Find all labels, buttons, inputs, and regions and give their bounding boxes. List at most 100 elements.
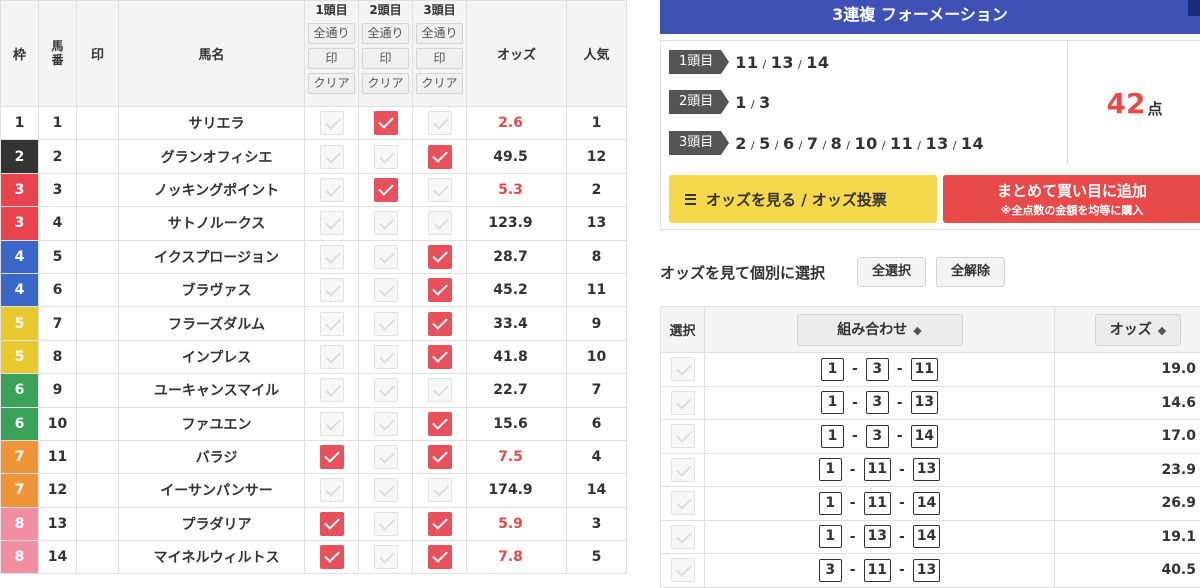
position-2-checkbox[interactable] — [374, 378, 398, 402]
position-1-checkbox[interactable] — [320, 245, 344, 269]
position-3-checkbox[interactable] — [428, 345, 452, 369]
position-1-checkbox[interactable] — [320, 211, 344, 235]
mark-cell[interactable] — [77, 173, 119, 206]
position-1-checkbox[interactable] — [320, 378, 344, 402]
position-2-checkbox[interactable] — [374, 345, 398, 369]
position-1-checkbox[interactable] — [320, 111, 344, 135]
position-1-all-button[interactable]: 全通り — [308, 23, 355, 44]
mark-cell[interactable] — [77, 374, 119, 407]
position-1-checkbox[interactable] — [320, 545, 344, 569]
position-3-checkbox[interactable] — [428, 312, 452, 336]
combination-checkbox[interactable] — [671, 525, 695, 549]
position-3-clear-button[interactable]: クリア — [416, 73, 463, 94]
position-2-checkbox[interactable] — [374, 245, 398, 269]
position-3-checkbox[interactable] — [428, 412, 452, 436]
position-2-checkbox[interactable] — [374, 111, 398, 135]
sort-odds-button[interactable]: オッズ◆ — [1095, 314, 1181, 346]
position-2-mark-button[interactable]: 印 — [362, 48, 409, 69]
add-all-to-cart-button[interactable]: まとめて買い目に追加 ※全点数の金額を均等に購入 — [943, 175, 1200, 223]
sort-combination-button[interactable]: 組み合わせ◆ — [797, 314, 963, 346]
formation-selection-box: 1頭目 11 / 13 / 14 2頭目 1 / 3 3頭目 2 / 5 / 6… — [660, 40, 1200, 230]
waku-cell: 6 — [1, 374, 39, 407]
position-1-checkbox[interactable] — [320, 412, 344, 436]
mark-cell[interactable] — [77, 407, 119, 440]
position-2-all-button[interactable]: 全通り — [362, 23, 409, 44]
mark-cell[interactable] — [77, 273, 119, 306]
position-1-checkbox[interactable] — [320, 145, 344, 169]
points-display: 42 点 — [1067, 41, 1200, 165]
mark-cell[interactable] — [77, 541, 119, 574]
combination-checkbox[interactable] — [671, 491, 695, 515]
mark-cell[interactable] — [77, 140, 119, 173]
position-1-checkbox[interactable] — [320, 278, 344, 302]
position-3-checkbox[interactable] — [428, 178, 452, 202]
position-2-cell — [359, 140, 413, 173]
select-all-button[interactable]: 全選択 — [857, 257, 926, 287]
position-3-checkbox[interactable] — [428, 211, 452, 235]
position-2-checkbox[interactable] — [374, 211, 398, 235]
position-2-cell — [359, 374, 413, 407]
mark-cell[interactable] — [77, 240, 119, 273]
mark-cell[interactable] — [77, 474, 119, 507]
position-3-checkbox[interactable] — [428, 378, 452, 402]
position-1-checkbox[interactable] — [320, 445, 344, 469]
combination-checkbox[interactable] — [671, 558, 695, 582]
formation-number: 2 — [735, 134, 747, 153]
position-3-checkbox[interactable] — [428, 111, 452, 135]
position-2-checkbox[interactable] — [374, 545, 398, 569]
mark-cell[interactable] — [77, 507, 119, 540]
position-1-checkbox[interactable] — [320, 512, 344, 536]
header-mark: 印 — [77, 1, 119, 107]
position-3-checkbox[interactable] — [428, 245, 452, 269]
position-3-all-button[interactable]: 全通り — [416, 23, 463, 44]
position-1-checkbox[interactable] — [320, 312, 344, 336]
position-2-checkbox[interactable] — [374, 178, 398, 202]
position-2-checkbox[interactable] — [374, 145, 398, 169]
formation-panel: 3連複 フォーメーション 1頭目 11 / 13 / 14 2頭目 1 / 3 … — [660, 0, 1200, 580]
mark-cell[interactable] — [77, 340, 119, 373]
header-horse-name: 馬名 — [119, 1, 305, 107]
position-2-checkbox[interactable] — [374, 478, 398, 502]
horse-odds: 123.9 — [467, 207, 567, 240]
mark-cell[interactable] — [77, 107, 119, 140]
mark-cell[interactable] — [77, 440, 119, 473]
position-1-checkbox[interactable] — [320, 178, 344, 202]
corner-decoration — [1188, 0, 1200, 16]
position-3-cell — [413, 107, 467, 140]
combination-number: 14 — [911, 425, 938, 448]
formation-row-3-numbers: 2 / 5 / 6 / 7 / 8 / 10 / 11 / 13 / 14 — [735, 134, 984, 153]
position-3-checkbox[interactable] — [428, 278, 452, 302]
position-1-clear-button[interactable]: クリア — [308, 73, 355, 94]
combination-checkbox[interactable] — [671, 458, 695, 482]
formation-row-2-label: 2頭目 — [669, 90, 721, 114]
position-2-checkbox[interactable] — [374, 278, 398, 302]
view-odds-button[interactable]: オッズを見る / オッズ投票 — [669, 175, 937, 223]
position-3-checkbox[interactable] — [428, 145, 452, 169]
position-1-checkbox[interactable] — [320, 478, 344, 502]
combination-number: 3 — [819, 559, 842, 582]
add-all-sublabel: ※全点数の金額を均等に購入 — [943, 202, 1200, 218]
add-all-label: まとめて買い目に追加 — [943, 180, 1200, 201]
position-2-clear-button[interactable]: クリア — [362, 73, 409, 94]
combination-checkbox[interactable] — [671, 391, 695, 415]
position-1-checkbox[interactable] — [320, 345, 344, 369]
mark-cell[interactable] — [77, 307, 119, 340]
position-3-checkbox[interactable] — [428, 445, 452, 469]
position-3-checkbox[interactable] — [428, 545, 452, 569]
formation-number: 3 — [759, 93, 771, 112]
deselect-all-button[interactable]: 全解除 — [936, 257, 1005, 287]
position-2-checkbox[interactable] — [374, 512, 398, 536]
position-2-checkbox[interactable] — [374, 312, 398, 336]
position-3-mark-button[interactable]: 印 — [416, 48, 463, 69]
combination-checkbox[interactable] — [671, 424, 695, 448]
position-2-checkbox[interactable] — [374, 412, 398, 436]
position-3-checkbox[interactable] — [428, 478, 452, 502]
position-3-checkbox[interactable] — [428, 512, 452, 536]
header-combo-odds: オッズ◆ — [1055, 307, 1200, 353]
horse-number: 5 — [39, 240, 77, 273]
position-2-checkbox[interactable] — [374, 445, 398, 469]
combination-checkbox[interactable] — [671, 357, 695, 381]
mark-cell[interactable] — [77, 207, 119, 240]
position-1-mark-button[interactable]: 印 — [308, 48, 355, 69]
horse-odds: 5.3 — [467, 173, 567, 206]
